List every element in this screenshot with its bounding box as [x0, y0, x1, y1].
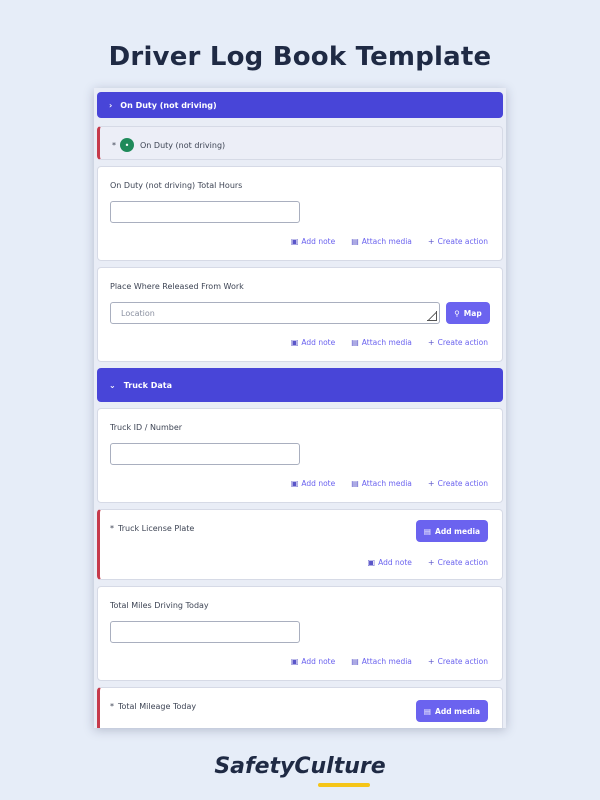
create-action-button[interactable]: + Create action: [428, 338, 488, 347]
status-row[interactable]: * • On Duty (not driving): [97, 126, 503, 160]
create-action-label: Create action: [437, 558, 488, 567]
add-media-button[interactable]: ▤ Add media: [416, 700, 488, 722]
plus-icon: +: [427, 558, 435, 567]
chevron-right-icon: ›: [109, 100, 113, 110]
attach-media-label: Attach media: [361, 479, 412, 488]
resize-handle-icon[interactable]: [427, 311, 437, 321]
section-header-on-duty[interactable]: › On Duty (not driving): [97, 92, 503, 118]
question-label: Total Mileage Today: [118, 702, 197, 711]
plus-icon: +: [427, 657, 435, 666]
add-media-label: Add media: [435, 706, 481, 716]
question-label: Truck ID / Number: [110, 423, 183, 432]
question-actions: ▣ Add note + Create action: [368, 558, 488, 567]
section-title: On Duty (not driving): [120, 100, 217, 110]
map-label: Map: [463, 308, 482, 318]
map-button[interactable]: ⚲ Map: [446, 302, 490, 324]
plus-icon: +: [427, 237, 435, 246]
truck-id-input[interactable]: [110, 443, 300, 465]
add-note-button[interactable]: ▣ Add note: [291, 338, 335, 347]
status-indicator-icon: •: [120, 138, 134, 152]
question-card-license-plate: * Truck License Plate ▤ Add media ▣ Add no…: [97, 509, 503, 580]
location-placeholder: Location: [121, 309, 155, 318]
chevron-down-icon: ⌄: [109, 380, 116, 390]
safetyculture-logo: SafetyCulture: [214, 754, 386, 779]
image-icon: ▤: [423, 706, 432, 716]
note-icon: ▣: [367, 558, 376, 567]
logo-accent: [318, 783, 370, 787]
create-action-label: Create action: [437, 338, 488, 347]
add-note-button[interactable]: ▣ Add note: [291, 237, 335, 246]
add-note-label: Add note: [378, 558, 412, 567]
note-icon: ▣: [290, 237, 299, 246]
add-note-label: Add note: [301, 479, 336, 488]
question-label: Total Miles Driving Today: [110, 601, 209, 610]
question-label: Truck License Plate: [118, 524, 195, 533]
add-note-label: Add note: [301, 338, 336, 347]
question-actions: ▣ Add note ▤ Attach media + Create action: [291, 237, 488, 246]
attach-media-label: Attach media: [361, 338, 412, 347]
attach-media-label: Attach media: [361, 657, 412, 666]
map-pin-icon: ⚲: [454, 308, 460, 318]
page-title: Driver Log Book Template: [108, 42, 492, 72]
question-card-total-miles: Total Miles Driving Today ▣ Add note ▤ Att…: [97, 586, 503, 681]
image-icon: ▤: [423, 526, 432, 536]
section-title: Truck Data: [123, 380, 173, 390]
status-row-content: * • On Duty (not driving): [112, 138, 225, 152]
create-action-button[interactable]: + Create action: [428, 479, 488, 488]
attach-media-button[interactable]: ▤ Attach media: [351, 479, 412, 488]
question-actions: ▣ Add note ▤ Attach media + Create action: [291, 479, 488, 488]
add-note-button[interactable]: ▣ Add note: [291, 657, 335, 666]
location-input[interactable]: Location: [110, 302, 440, 324]
note-icon: ▣: [290, 479, 299, 488]
form-frame: › On Duty (not driving) * • On Duty (not…: [94, 88, 506, 728]
image-icon: ▤: [351, 657, 359, 666]
create-action-button[interactable]: + Create action: [428, 237, 488, 246]
question-card-on-duty-hours: On Duty (not driving) Total Hours ▣ Add n…: [97, 166, 503, 261]
attach-media-button[interactable]: ▤ Attach media: [351, 657, 412, 666]
create-action-label: Create action: [437, 479, 488, 488]
status-label: On Duty (not driving): [140, 140, 226, 150]
create-action-label: Create action: [437, 657, 488, 666]
question-label-row: * Truck License Plate: [110, 524, 194, 533]
note-icon: ▣: [290, 338, 299, 347]
plus-icon: +: [427, 338, 435, 347]
question-actions: ▣ Add note ▤ Attach media + Create action: [291, 657, 488, 666]
question-card-place-released: Place Where Released From Work Location …: [97, 267, 503, 362]
create-action-button[interactable]: + Create action: [428, 558, 488, 567]
attach-media-button[interactable]: ▤ Attach media: [351, 237, 412, 246]
plus-icon: +: [427, 479, 435, 488]
required-marker: *: [112, 140, 116, 150]
image-icon: ▤: [351, 479, 359, 488]
add-note-button[interactable]: ▣ Add note: [368, 558, 412, 567]
image-icon: ▤: [351, 237, 359, 246]
attach-media-label: Attach media: [361, 237, 412, 246]
create-action-button[interactable]: + Create action: [428, 657, 488, 666]
required-marker: *: [110, 524, 114, 533]
total-miles-input[interactable]: [110, 621, 300, 643]
question-card-truck-id: Truck ID / Number ▣ Add note ▤ Attach medi…: [97, 408, 503, 503]
add-media-label: Add media: [435, 526, 481, 536]
image-icon: ▤: [351, 338, 359, 347]
question-actions: ▣ Add note ▤ Attach media + Create action: [291, 338, 488, 347]
on-duty-hours-input[interactable]: [110, 201, 300, 223]
question-label: Place Where Released From Work: [110, 282, 244, 291]
required-marker: *: [110, 702, 114, 711]
add-note-label: Add note: [301, 657, 336, 666]
attach-media-button[interactable]: ▤ Attach media: [351, 338, 412, 347]
question-card-total-mileage: * Total Mileage Today ▤ Add media: [97, 687, 503, 728]
add-note-button[interactable]: ▣ Add note: [291, 479, 335, 488]
question-label: On Duty (not driving) Total Hours: [110, 181, 243, 190]
create-action-label: Create action: [437, 237, 488, 246]
add-media-button[interactable]: ▤ Add media: [416, 520, 488, 542]
note-icon: ▣: [290, 657, 299, 666]
question-label-row: * Total Mileage Today: [110, 702, 196, 711]
add-note-label: Add note: [301, 237, 336, 246]
section-header-truck-data[interactable]: ⌄ Truck Data: [97, 368, 503, 402]
